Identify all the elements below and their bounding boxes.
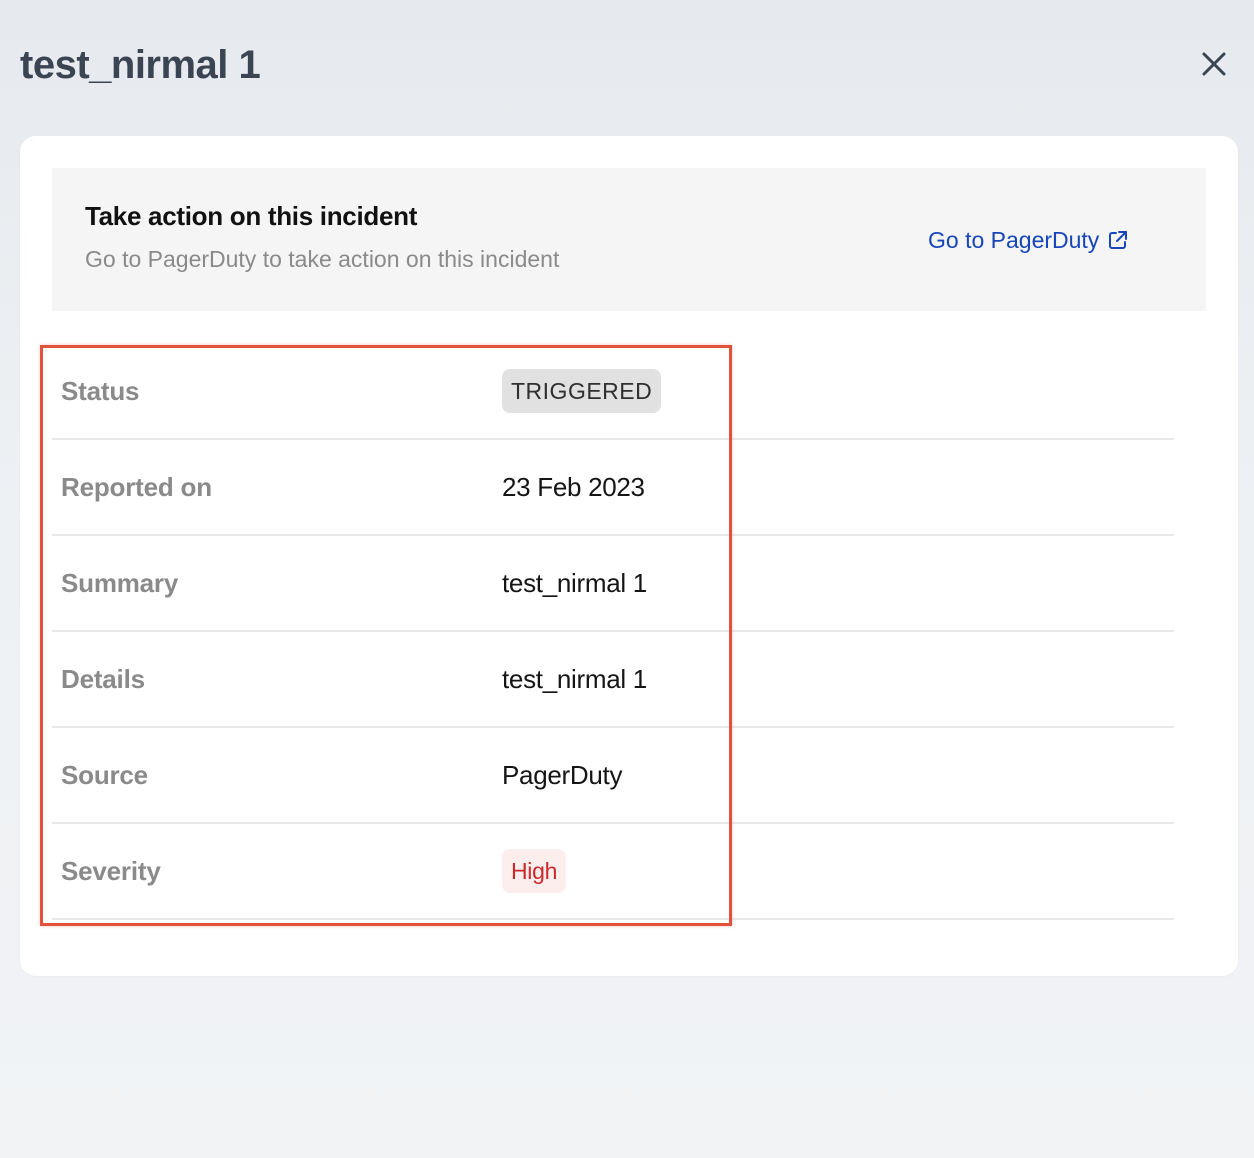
reported-on-value: 23 Feb 2023 xyxy=(502,471,645,502)
source-value: PagerDuty xyxy=(502,759,623,790)
severity-badge: High xyxy=(502,849,567,893)
detail-row-summary: Summary test_nirmal 1 xyxy=(52,536,1174,632)
incident-details-card: Take action on this incident Go to Pager… xyxy=(20,136,1238,976)
summary-label: Summary xyxy=(61,567,179,598)
go-to-pagerduty-link[interactable]: Go to PagerDuty xyxy=(928,222,1129,258)
detail-row-status: Status TRIGGERED xyxy=(52,344,1174,440)
incident-detail-list: Status TRIGGERED Reported on 23 Feb 2023… xyxy=(52,344,1174,920)
page-title: test_nirmal 1 xyxy=(20,43,261,87)
severity-label: Severity xyxy=(61,855,161,886)
status-value: TRIGGERED xyxy=(502,344,662,438)
detail-row-reported-on: Reported on 23 Feb 2023 xyxy=(52,440,1174,536)
close-button[interactable] xyxy=(1194,44,1234,84)
detail-row-severity: Severity High xyxy=(52,824,1174,920)
severity-value: High xyxy=(502,824,567,918)
detail-row-details: Details test_nirmal 1 xyxy=(52,632,1174,728)
details-value: test_nirmal 1 xyxy=(502,663,647,694)
go-to-pagerduty-label: Go to PagerDuty xyxy=(928,227,1100,253)
banner-title: Take action on this incident xyxy=(85,201,418,231)
status-label: Status xyxy=(61,375,140,406)
action-banner: Take action on this incident Go to Pager… xyxy=(52,168,1206,311)
reported-on-label: Reported on xyxy=(61,471,212,502)
banner-subtitle: Go to PagerDuty to take action on this i… xyxy=(85,246,560,272)
details-label: Details xyxy=(61,663,145,694)
close-icon xyxy=(1202,52,1226,76)
summary-value: test_nirmal 1 xyxy=(502,567,647,598)
status-badge: TRIGGERED xyxy=(502,369,662,413)
external-link-icon xyxy=(1109,231,1128,249)
detail-row-source: Source PagerDuty xyxy=(52,728,1174,824)
source-label: Source xyxy=(61,759,148,790)
